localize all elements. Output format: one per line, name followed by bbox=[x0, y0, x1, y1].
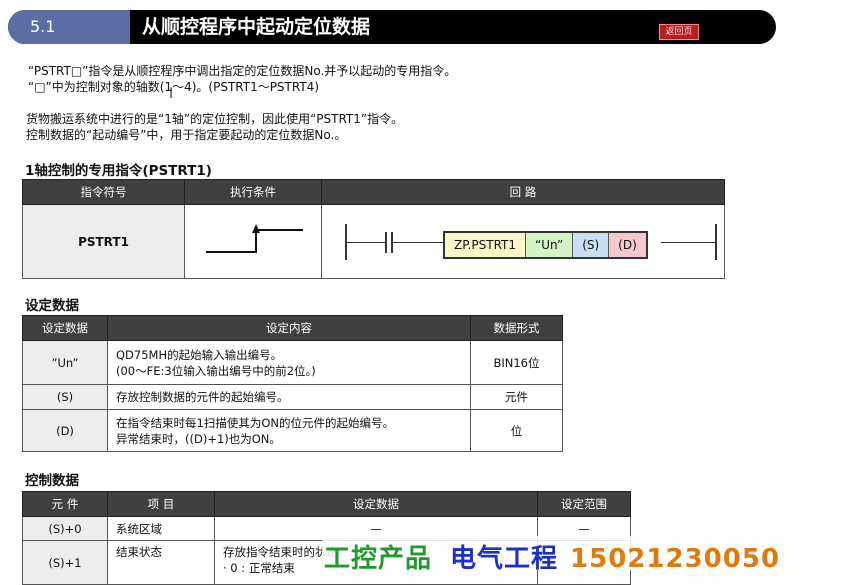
control-data-heading: 控制数据 bbox=[25, 473, 79, 489]
setting-content-line: (00～FE:3位输入输出编号中的前2位。) bbox=[116, 363, 316, 378]
setting-format: BIN16位 bbox=[470, 340, 563, 385]
setting-data-heading: 设定数据 bbox=[25, 298, 79, 314]
text-cursor-icon: I bbox=[169, 86, 174, 102]
watermark: 工控产品 电气工程 15021230050 bbox=[324, 538, 780, 575]
item-cell: 系统区域 bbox=[107, 516, 215, 541]
ladder-cell: ZP.PSTRT1 “Un” (S) (D) bbox=[321, 204, 725, 279]
col-exec-condition: 执行条件 bbox=[184, 179, 322, 205]
intro-line-3: 货物搬运系统中进行的是“1轴”的定位控制，因此使用“PSTRT1”指令。 bbox=[26, 112, 404, 126]
setting-item: (S) bbox=[22, 384, 108, 410]
right-rail bbox=[715, 223, 717, 260]
instruction-table: 指令符号 执行条件 回 路 PSTRT1 ZP.PSTRT1 “Un” (S) bbox=[22, 179, 725, 279]
setting-content: 存放控制数据的元件的起始编号。 bbox=[107, 384, 471, 410]
setting-format: 元件 bbox=[470, 384, 563, 410]
table-row: ”Un” QD75MH的起始输入输出编号。 (00～FE:3位输入输出编号中的前… bbox=[22, 340, 563, 385]
instruction-heading: 1轴控制的专用指令(PSTRT1) bbox=[25, 163, 212, 179]
instruction-symbol: PSTRT1 bbox=[22, 204, 185, 279]
rising-edge-icon bbox=[206, 224, 303, 253]
watermark-part: 工控产品 bbox=[324, 544, 433, 574]
intro-line-2: “□”中为控制对象的轴数(1～4)。(PSTRT1～PSTRT4) bbox=[28, 80, 319, 94]
col-setting-content: 设定内容 bbox=[107, 315, 471, 341]
setting-content: QD75MH的起始输入输出编号。 (00～FE:3位输入输出编号中的前2位。) bbox=[107, 340, 471, 385]
intro-line-1: “PSTRT□”指令是从顺控程序中调出指定的定位数据No.并予以起动的专用指令。 bbox=[28, 64, 457, 78]
col-data-format: 数据形式 bbox=[470, 315, 563, 341]
col-setting: 设定数据 bbox=[214, 491, 538, 517]
intro-line-4: 控制数据的“起动编号”中，用于指定要起动的定位数据No.。 bbox=[26, 128, 347, 142]
setting-format: 位 bbox=[470, 409, 563, 452]
col-range: 设定范围 bbox=[537, 491, 631, 517]
contact-left bbox=[385, 231, 387, 253]
setting-data-table: 设定数据 设定内容 数据形式 ”Un” QD75MH的起始输入输出编号。 (00… bbox=[22, 315, 563, 452]
instr-s-cell: (S) bbox=[573, 232, 610, 257]
setting-content-line: QD75MH的起始输入输出编号。 bbox=[116, 347, 283, 362]
return-page-button[interactable]: 返回页 bbox=[659, 24, 699, 40]
instr-name-cell: ZP.PSTRT1 bbox=[445, 232, 527, 257]
col-instruction-symbol: 指令符号 bbox=[22, 179, 185, 205]
setting-content-line: 在指令结束时每1扫描使其为ON的位元件的起始编号。 bbox=[116, 415, 394, 430]
col-circuit: 回 路 bbox=[321, 179, 725, 205]
setting-item: (D) bbox=[22, 409, 108, 452]
col-item: 项 目 bbox=[107, 491, 215, 517]
instr-d-cell: (D) bbox=[609, 232, 646, 257]
table-row: (D) 在指令结束时每1扫描使其为ON的位元件的起始编号。 异常结束时，((D)… bbox=[22, 409, 563, 452]
ladder-diagram: ZP.PSTRT1 “Un” (S) (D) bbox=[323, 208, 723, 276]
col-setting-data: 设定数据 bbox=[22, 315, 108, 341]
device-cell: (S)+0 bbox=[22, 516, 108, 541]
instruction-box: ZP.PSTRT1 “Un” (S) (D) bbox=[443, 230, 648, 259]
exec-condition-cell bbox=[184, 204, 322, 279]
setting-item: ”Un” bbox=[22, 340, 108, 385]
setting-content: 在指令结束时每1扫描使其为ON的位元件的起始编号。 异常结束时，((D)+1)也… bbox=[107, 409, 471, 452]
watermark-part: 电气工程 bbox=[450, 544, 559, 574]
wire bbox=[345, 241, 385, 243]
page-title: 从顺控程序中起动定位数据 bbox=[142, 16, 371, 38]
section-number: 5.1 bbox=[8, 10, 130, 44]
wire bbox=[661, 241, 715, 243]
watermark-phone: 15021230050 bbox=[570, 544, 781, 574]
wire bbox=[393, 241, 443, 243]
instr-un-cell: “Un” bbox=[526, 232, 574, 257]
table-row: (S) 存放控制数据的元件的起始编号。 元件 bbox=[22, 384, 563, 410]
setting-content-line: 异常结束时，((D)+1)也为ON。 bbox=[116, 431, 281, 446]
col-device: 元 件 bbox=[22, 491, 108, 517]
